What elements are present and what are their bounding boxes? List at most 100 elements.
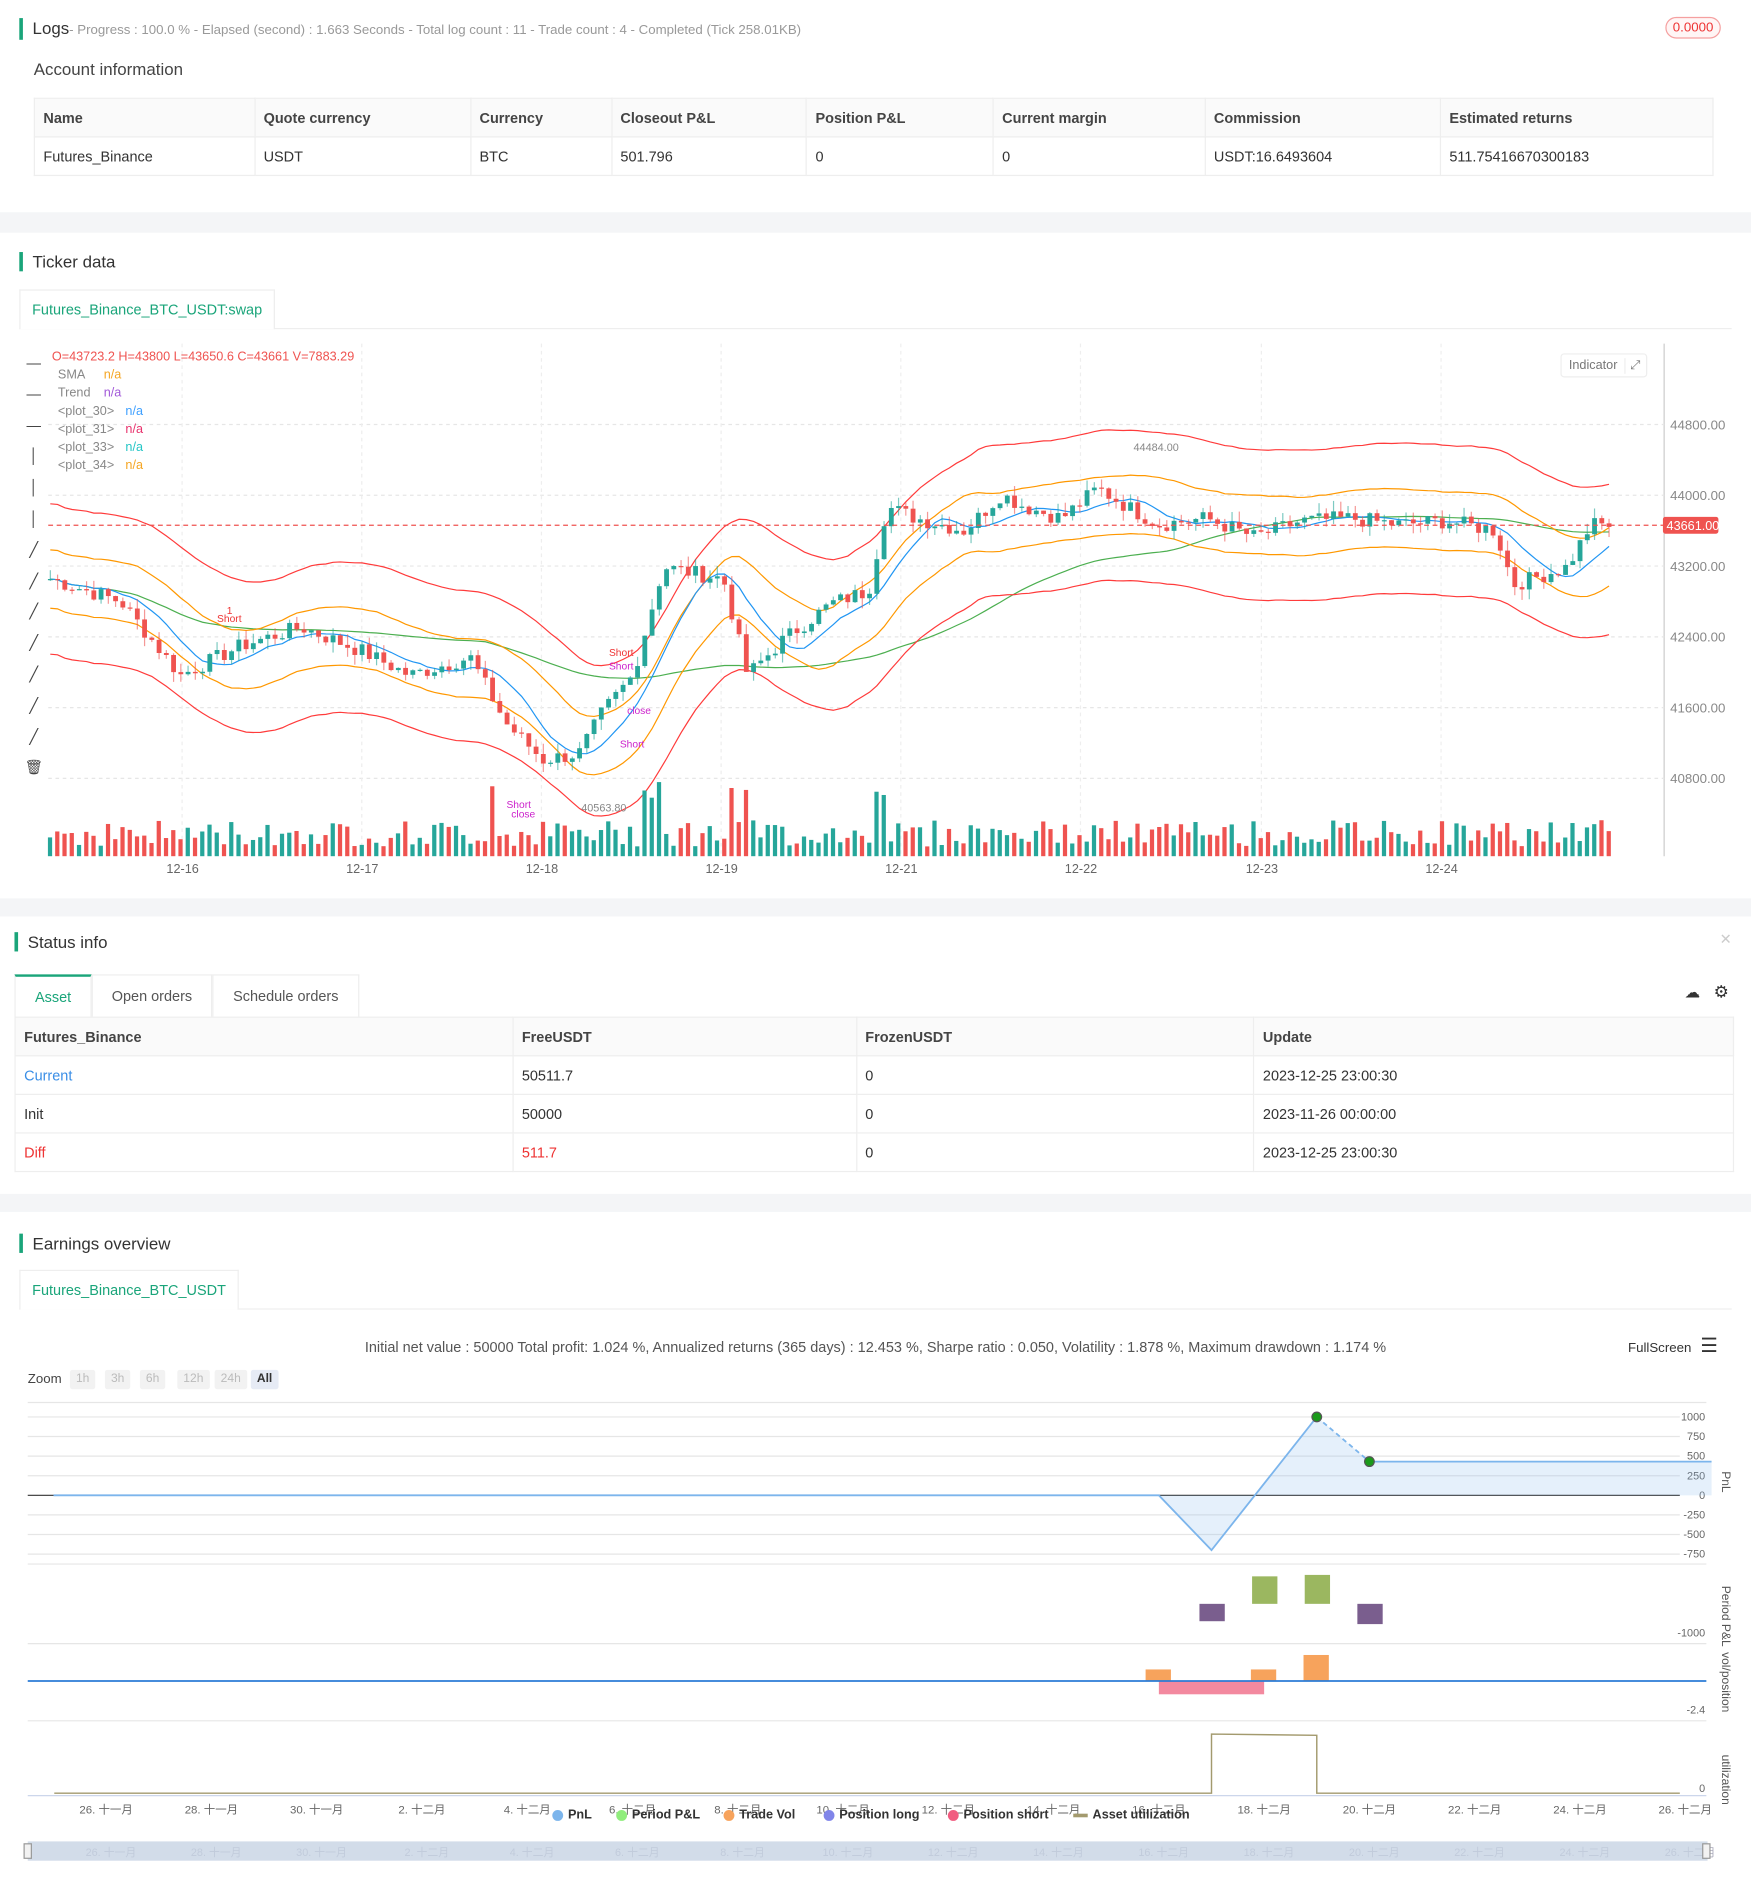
volume-bar — [461, 835, 466, 857]
settings-icon[interactable]: ⚙ — [1714, 982, 1729, 1003]
cloud-download-icon[interactable]: ☁ — [1685, 983, 1701, 1002]
legend-item[interactable]: Asset utilization — [1073, 1808, 1190, 1822]
cell: 0 — [855, 1132, 1255, 1173]
candle — [1099, 487, 1104, 489]
profit-badge: 0.0000 — [1665, 16, 1721, 39]
candle — [207, 654, 213, 672]
close-icon[interactable]: ✕ — [1720, 931, 1732, 948]
pnl-tick: -500 — [1683, 1529, 1705, 1541]
volume-bar — [142, 835, 147, 857]
volume-bar — [765, 824, 770, 857]
trade-point — [1363, 1456, 1375, 1468]
volume-bar — [1106, 839, 1111, 857]
candle — [1410, 519, 1416, 524]
zoom-24h[interactable]: 24h — [214, 1369, 247, 1390]
volume-bar — [823, 833, 828, 857]
candle — [533, 746, 539, 754]
column-header: FreeUSDT — [512, 1016, 857, 1057]
volume-bar — [504, 834, 509, 857]
cell: Init — [14, 1093, 514, 1134]
volume-bar — [439, 822, 444, 857]
volume-bar — [1483, 837, 1488, 857]
volume-bar — [1497, 831, 1503, 857]
volume-bar — [1113, 820, 1118, 857]
volume-bar — [359, 844, 364, 857]
expand-icon[interactable]: ⤢ — [1624, 357, 1641, 374]
legend-name: <plot_34> — [57, 458, 115, 473]
volume-bar — [1454, 823, 1459, 857]
candle — [1331, 511, 1336, 519]
candle — [1157, 525, 1162, 528]
volume-bar — [1041, 821, 1046, 857]
zoom-12h[interactable]: 12h — [177, 1369, 210, 1390]
tab-earnings-symbol[interactable]: Futures_Binance_BTC_USDT — [19, 1269, 239, 1310]
time-tick: 12-18 — [526, 862, 558, 876]
zoom-1h[interactable]: 1h — [69, 1369, 96, 1390]
zoom-All[interactable]: All — [250, 1369, 279, 1390]
candle — [1265, 531, 1271, 533]
volume-bar — [1526, 829, 1532, 857]
tab-open-orders[interactable]: Open orders — [91, 974, 213, 1017]
time-tick: 12-16 — [166, 862, 198, 876]
candle — [468, 655, 474, 661]
candle — [1316, 513, 1322, 516]
navigator-handle[interactable] — [1702, 1843, 1711, 1859]
volume-bar — [69, 833, 74, 857]
navigator-handle[interactable] — [23, 1843, 32, 1859]
candle — [1229, 521, 1235, 532]
volume-bar — [903, 831, 908, 857]
volume-bar — [149, 842, 154, 857]
legend-item[interactable]: PnL — [552, 1808, 592, 1822]
volume-bar — [1606, 831, 1611, 857]
volume-bar — [700, 833, 705, 857]
candle — [591, 719, 597, 735]
legend-item: <plot_31> n/a — [58, 421, 143, 439]
menu-icon[interactable]: ☰ — [1700, 1334, 1717, 1358]
indicator-button[interactable]: Indicator ⤢ — [1560, 353, 1648, 378]
asset-table: Futures_Binance FreeUSDT FrozenUSDT Update C… — [14, 1016, 1735, 1173]
zoom-3h[interactable]: 3h — [104, 1369, 131, 1390]
zoom-6h[interactable]: 6h — [139, 1369, 166, 1390]
candle — [1142, 519, 1148, 524]
legend-item[interactable]: Position long — [823, 1808, 919, 1822]
candle — [1577, 540, 1583, 562]
volume-bar — [134, 836, 140, 857]
volume-bar — [1548, 822, 1553, 857]
candle — [700, 566, 706, 583]
legend-item[interactable]: Trade Vol — [723, 1808, 795, 1822]
legend-item[interactable]: Position short — [947, 1808, 1049, 1822]
candle — [584, 734, 590, 749]
volume-bar — [272, 845, 277, 857]
volume-bar — [511, 845, 517, 857]
volume-bar — [1439, 821, 1445, 857]
cell: Current — [14, 1055, 514, 1095]
candlestick-chart[interactable]: 44800.00 44000.00 43200.00 42400.00 41600.00… — [0, 338, 1751, 893]
volume-bar — [642, 790, 647, 857]
candle — [809, 623, 814, 632]
legend-item[interactable]: Period P&L — [616, 1808, 700, 1822]
tab-ticker-symbol[interactable]: Futures_Binance_BTC_USDT:swap — [19, 289, 275, 330]
legend-name: <plot_31> — [57, 422, 115, 437]
tab-asset[interactable]: Asset — [14, 974, 92, 1017]
fullscreen-button[interactable]: FullScreen — [1628, 1341, 1691, 1355]
candle — [1164, 527, 1170, 531]
volume-bar — [287, 832, 292, 857]
tab-schedule-orders[interactable]: Schedule orders — [212, 974, 360, 1017]
legend-marker-icon — [723, 1809, 735, 1821]
candle — [200, 671, 205, 674]
volume-bar — [1541, 841, 1546, 857]
candle — [627, 677, 633, 685]
period-tick: -1000 — [1677, 1627, 1705, 1639]
candle — [1381, 520, 1387, 522]
navigator-range[interactable] — [27, 1841, 1708, 1861]
date-tick: 18. 十二月 — [1237, 1803, 1290, 1817]
column-header: FrozenUSDT — [855, 1016, 1255, 1057]
candle — [214, 650, 220, 655]
candle — [852, 590, 858, 603]
candle — [917, 519, 923, 523]
candle — [1280, 521, 1286, 523]
volume-bar — [417, 837, 422, 857]
earnings-chart[interactable]: 10007505002500-250-500-750PnLPeriod P&Lv… — [0, 1393, 1751, 1869]
candle — [359, 644, 365, 655]
candle — [511, 724, 517, 733]
